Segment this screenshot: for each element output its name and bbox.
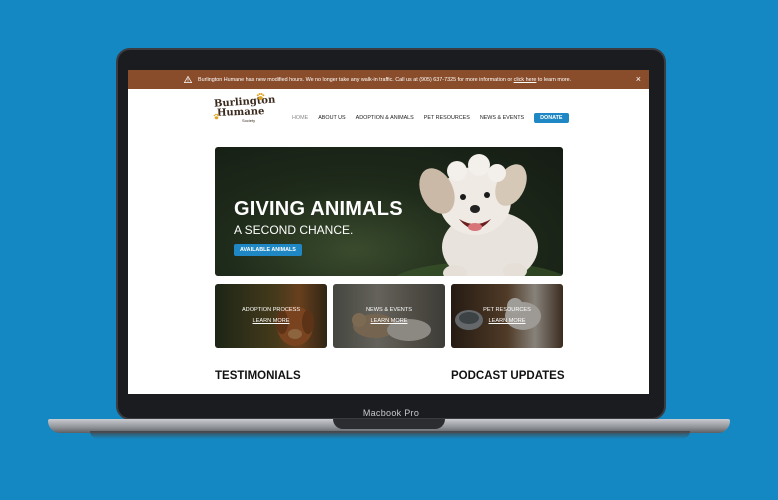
testimonials-heading: TESTIMONIALS [215,370,301,382]
alert-text: Burlington Humane has new modified hours… [198,77,571,83]
hero-subtitle: A SECOND CHANCE. [234,223,354,237]
donate-button[interactable]: DONATE [534,113,569,123]
nav-about-us[interactable]: ABOUT US [318,115,345,121]
podcast-updates-heading: PODCAST UPDATES [451,370,565,382]
dog-photo [396,154,563,276]
alert-bar: Burlington Humane has new modified hours… [128,70,649,89]
available-animals-button[interactable]: AVAILABLE ANIMALS [234,244,302,256]
nav-adoption-animals[interactable]: ADOPTION & ANIMALS [356,115,414,121]
card-overlay [215,284,327,348]
card-adoption-process[interactable]: ADOPTION PROCESS LEARN MORE [215,284,327,348]
logo-line-3: Society [242,118,256,123]
nav-pet-resources[interactable]: PET RESOURCES [424,115,470,121]
card-news-events[interactable]: NEWS & EVENTS LEARN MORE [333,284,445,348]
hero-banner: GIVING ANIMALS A SECOND CHANCE. AVAILABL… [215,147,563,276]
card-title: PET RESOURCES [483,307,531,313]
device-label: Macbook Pro [362,408,420,418]
laptop-shadow [90,431,690,439]
card-learn-more-link[interactable]: LEARN MORE [215,318,327,324]
warning-icon [184,76,192,83]
paw-icon [256,92,265,101]
card-overlay [451,284,563,348]
nav-home[interactable]: HOME [292,115,308,121]
paw-icon-small [213,113,220,120]
card-title: NEWS & EVENTS [365,307,412,313]
laptop-notch [333,419,445,429]
logo-line-2: Humane [216,106,265,119]
alert-click-here-link[interactable]: click here [514,77,537,83]
alert-message: Burlington Humane has new modified hours… [198,76,514,83]
alert-message-tail: to learn more. [536,76,572,83]
browser-screen: Burlington Humane has new modified hours… [128,70,649,394]
card-overlay [333,284,445,348]
close-icon[interactable]: × [636,75,641,84]
card-learn-more-link[interactable]: LEARN MORE [451,318,563,324]
nav-news-events[interactable]: NEWS & EVENTS [480,115,524,121]
card-pet-resources[interactable]: PET RESOURCES LEARN MORE [451,284,563,348]
logo[interactable]: Burlington Humane Society [213,92,276,136]
hero-title: GIVING ANIMALS [234,198,403,220]
main-nav: HOME ABOUT US ADOPTION & ANIMALS PET RES… [292,113,569,123]
card-learn-more-link[interactable]: LEARN MORE [333,318,445,324]
card-title: ADOPTION PROCESS [241,307,301,313]
